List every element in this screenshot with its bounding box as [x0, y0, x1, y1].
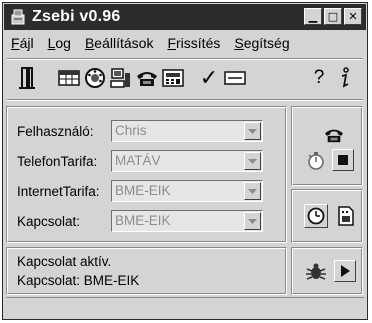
stop-icon [338, 155, 348, 165]
app-icon [11, 9, 25, 25]
chevron-down-icon [248, 188, 257, 194]
close-button[interactable]: ✕ [344, 8, 362, 25]
schedule-panel [291, 189, 363, 243]
phone-button[interactable] [135, 65, 159, 91]
calculator-icon [162, 69, 184, 87]
status-bar [6, 297, 364, 318]
minimize-button[interactable]: ▁ [304, 8, 322, 25]
dial-phone-button[interactable] [322, 123, 346, 147]
connection-row: Kapcsolat: BME-EIK [17, 209, 263, 233]
user-label: Felhasználó: [17, 123, 94, 139]
minimize-icon: ▁ [308, 10, 318, 23]
check-icon: ✓ [199, 65, 219, 91]
menu-segitseg[interactable]: Segítség [234, 35, 289, 55]
card-icon [224, 71, 246, 85]
play-button[interactable] [334, 260, 356, 282]
maximize-icon: □ [327, 10, 339, 23]
internet-tariff-select[interactable]: BME-EIK [111, 180, 263, 202]
bug-icon [306, 263, 326, 280]
status-panel: Kapcsolat aktív. Kapcsolat: BME-EIK [6, 247, 287, 295]
debug-button[interactable] [304, 260, 328, 284]
phone-tariff-label: TelefonTarifa: [17, 153, 98, 169]
title-bar[interactable]: Zsebi v0.96 ▁ □ ✕ [4, 4, 366, 30]
connection-dropdown-button[interactable] [244, 212, 261, 230]
phone-tariff-select[interactable]: MATÁV [111, 150, 263, 172]
status-line-1: Kapcsolat aktív. [17, 254, 112, 269]
play-icon [341, 265, 350, 277]
internet-tariff-dropdown-button[interactable] [244, 182, 261, 200]
clock-icon [307, 207, 325, 225]
info-button[interactable] [333, 65, 357, 91]
user-row: Felhasználó: Chris [17, 119, 263, 143]
calculator-button[interactable] [161, 65, 185, 91]
table-button[interactable] [57, 65, 81, 91]
stopwatch-icon [308, 152, 324, 170]
menu-beallitasok[interactable]: Beállítások [85, 35, 154, 55]
menu-fajl[interactable]: Fájl [11, 35, 34, 55]
status-line-2: Kapcsolat: BME-EIK [17, 273, 140, 288]
dial-icon [85, 68, 105, 88]
stop-button[interactable] [332, 149, 354, 171]
menu-log[interactable]: Log [48, 35, 71, 55]
app-window: Zsebi v0.96 ▁ □ ✕ Fájl Log Beállítások F… [2, 2, 368, 320]
help-button[interactable]: ? [307, 65, 331, 91]
phone-icon [325, 129, 343, 143]
card-button[interactable] [223, 65, 247, 91]
help-icon: ? [313, 67, 325, 88]
chevron-down-icon [248, 158, 257, 164]
computer-phone-button[interactable] [109, 65, 133, 91]
calendar-icon [338, 206, 354, 226]
settings-panel: Felhasználó: Chris TelefonTarifa: MATÁV … [6, 106, 287, 243]
connection-select[interactable]: BME-EIK [111, 210, 263, 232]
dialer-panel [291, 106, 363, 186]
menu-bar: Fájl Log Beállítások Frissítés Segítség [11, 35, 290, 55]
connection-label: Kapcsolat: [17, 213, 81, 229]
chevron-down-icon [248, 218, 257, 224]
connection-value: BME-EIK [115, 213, 171, 228]
internet-tariff-value: BME-EIK [115, 183, 171, 198]
phone-tariff-dropdown-button[interactable] [244, 152, 261, 170]
log-panel [291, 247, 363, 295]
window-title: Zsebi v0.96 [32, 8, 121, 25]
toolbar: ✓ ? [13, 65, 363, 95]
user-select[interactable]: Chris [111, 120, 263, 142]
check-button[interactable]: ✓ [197, 65, 221, 91]
clock-button[interactable] [304, 204, 328, 228]
table-icon [58, 70, 80, 86]
user-value: Chris [115, 123, 147, 138]
chevron-down-icon [248, 128, 257, 134]
internet-tariff-row: InternetTarifa: BME-EIK [17, 179, 263, 203]
dial-button[interactable] [83, 65, 107, 91]
phone-icon [137, 72, 157, 86]
stopwatch-button[interactable] [304, 149, 328, 173]
phone-tariff-row: TelefonTarifa: MATÁV [17, 149, 263, 173]
internet-tariff-label: InternetTarifa: [17, 183, 100, 199]
user-dropdown-button[interactable] [244, 122, 261, 140]
menu-frissites[interactable]: Frissítés [167, 35, 220, 55]
exit-icon [19, 67, 35, 89]
exit-button[interactable] [15, 65, 39, 91]
computer-phone-icon [110, 68, 130, 88]
maximize-button[interactable]: □ [324, 8, 342, 25]
close-icon: ✕ [348, 10, 358, 23]
menu-divider [7, 58, 363, 60]
toolbar-divider [7, 99, 363, 101]
info-icon [341, 67, 349, 88]
calendar-button[interactable] [334, 204, 358, 228]
phone-tariff-value: MATÁV [115, 153, 161, 168]
